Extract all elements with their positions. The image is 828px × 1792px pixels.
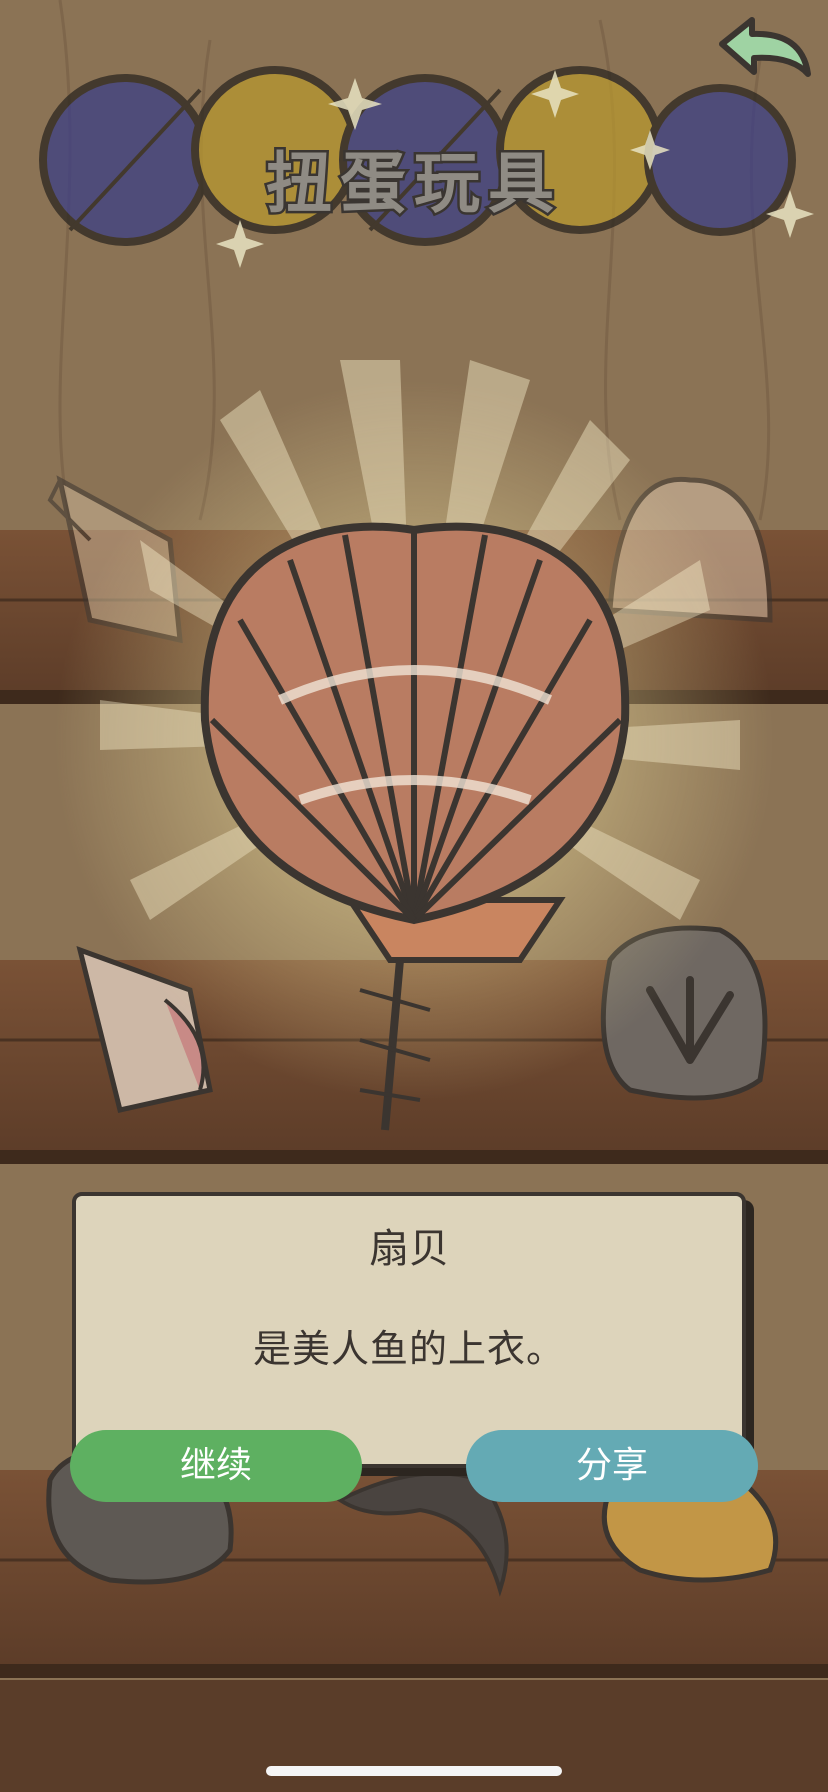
- game-background: [0, 0, 828, 1792]
- item-name: 扇贝: [369, 1226, 449, 1272]
- share-button[interactable]: 分享: [466, 1430, 758, 1502]
- back-arrow-icon: [719, 17, 811, 77]
- item-info-card: 扇贝 是美人鱼的上衣。: [72, 1192, 746, 1468]
- back-button[interactable]: [712, 14, 816, 94]
- page-title: 扭蛋玩具: [264, 143, 562, 225]
- item-description: 是美人鱼的上衣。: [252, 1327, 565, 1371]
- home-indicator: [266, 1766, 562, 1776]
- continue-button[interactable]: 继续: [70, 1430, 362, 1502]
